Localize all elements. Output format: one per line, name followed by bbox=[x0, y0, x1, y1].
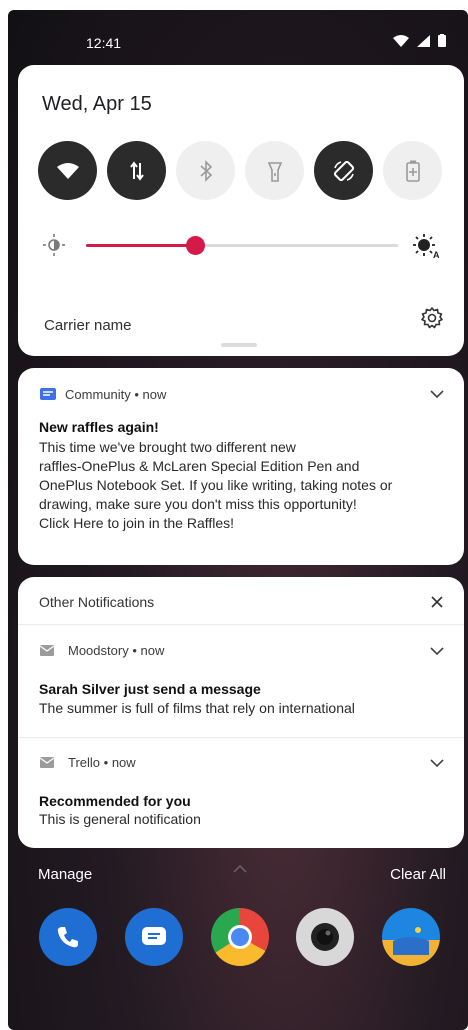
data-tile[interactable] bbox=[107, 141, 166, 200]
camera-app-icon bbox=[311, 923, 339, 951]
expand-chevron-icon[interactable] bbox=[430, 647, 444, 656]
separator-dot: • bbox=[128, 643, 141, 658]
brightness-low-icon bbox=[43, 234, 65, 256]
bluetooth-tile[interactable] bbox=[176, 141, 235, 200]
gallery-app[interactable] bbox=[382, 908, 440, 966]
auto-rotate-icon bbox=[333, 160, 354, 181]
svg-text:A: A bbox=[433, 250, 440, 259]
separator-dot: • bbox=[130, 387, 143, 402]
brightness-fill bbox=[86, 244, 196, 247]
group-header: Other Notifications bbox=[39, 594, 155, 610]
phone-app[interactable] bbox=[39, 908, 97, 966]
notification-body: The summer is full of films that rely on… bbox=[39, 700, 355, 716]
app-name: Moodstory bbox=[68, 643, 129, 658]
body-line: OnePlus Notebook Set. If you like writin… bbox=[39, 477, 393, 493]
bluetooth-icon bbox=[199, 159, 212, 182]
status-bar: 12:41 bbox=[8, 10, 468, 66]
body-line: drawing, make sure you don't miss this o… bbox=[39, 496, 357, 512]
close-icon[interactable] bbox=[431, 596, 443, 608]
wifi-icon bbox=[56, 162, 79, 179]
messages-app[interactable] bbox=[125, 908, 183, 966]
notification-body: This is general notification bbox=[39, 811, 201, 827]
notification-header: Trello • now bbox=[40, 755, 136, 770]
chrome-app[interactable] bbox=[211, 908, 269, 966]
signal-icon bbox=[417, 34, 430, 47]
wifi-tile[interactable] bbox=[38, 141, 97, 200]
mail-icon bbox=[40, 757, 54, 768]
body-line: This time we've brought two different ne… bbox=[39, 439, 296, 455]
notification-body: This time we've brought two different ne… bbox=[39, 438, 449, 533]
notification-title: Recommended for you bbox=[39, 793, 191, 809]
qs-drag-handle[interactable] bbox=[221, 343, 257, 347]
clear-all-button[interactable]: Clear All bbox=[390, 866, 446, 883]
brightness-auto-icon[interactable]: A bbox=[412, 233, 440, 259]
app-name: Community bbox=[65, 387, 131, 402]
notification-title: Sarah Silver just send a message bbox=[39, 681, 261, 697]
brightness-row: A bbox=[42, 229, 442, 261]
moodstory-notification[interactable]: Moodstory • now Sarah Silver just send a… bbox=[18, 625, 464, 737]
notification-header: Moodstory • now bbox=[40, 643, 164, 658]
app-name: Trello bbox=[68, 755, 101, 770]
notification-header: Community • now bbox=[40, 387, 166, 402]
other-notifications-card: Other Notifications Moodstory • now Sara… bbox=[18, 577, 464, 848]
notification-time: now bbox=[111, 755, 136, 770]
status-icons bbox=[393, 34, 446, 47]
messages-app-icon bbox=[142, 927, 166, 945]
manage-button[interactable]: Manage bbox=[38, 866, 92, 883]
phone-app-icon bbox=[57, 927, 78, 948]
separator-dot: • bbox=[100, 755, 112, 770]
camera-app[interactable] bbox=[296, 908, 354, 966]
trello-notification[interactable]: Trello • now Recommended for you This is… bbox=[18, 738, 464, 846]
data-transfer-icon bbox=[129, 160, 144, 181]
expand-chevron-icon[interactable] bbox=[430, 759, 444, 768]
community-notification[interactable]: Community • now New raffles again! This … bbox=[18, 368, 464, 565]
chevron-up-icon[interactable] bbox=[233, 864, 247, 873]
battery-icon bbox=[438, 34, 446, 47]
flashlight-tile[interactable] bbox=[245, 141, 304, 200]
mail-icon bbox=[40, 645, 54, 656]
expand-chevron-icon[interactable] bbox=[430, 390, 444, 399]
qs-date: Wed, Apr 15 bbox=[42, 93, 152, 115]
body-line: raffles-OnePlus & McLaren Special Editio… bbox=[39, 458, 360, 474]
flashlight-icon bbox=[267, 161, 282, 182]
auto-rotate-tile[interactable] bbox=[314, 141, 373, 200]
chrome-app-icon bbox=[228, 925, 252, 949]
battery-saver-icon bbox=[405, 160, 420, 182]
notification-time: now bbox=[142, 387, 167, 402]
wifi-status-icon bbox=[393, 34, 409, 47]
status-time: 12:41 bbox=[86, 35, 122, 51]
gallery-app-icon bbox=[393, 927, 429, 955]
notification-time: now bbox=[140, 643, 165, 658]
brightness-slider[interactable] bbox=[86, 236, 398, 255]
notification-title: New raffles again! bbox=[39, 419, 159, 435]
carrier-name: Carrier name bbox=[44, 317, 132, 334]
qs-tiles bbox=[38, 141, 442, 200]
battery-saver-tile[interactable] bbox=[383, 141, 442, 200]
notification-footer: Manage Clear All bbox=[8, 864, 468, 894]
brightness-thumb[interactable] bbox=[186, 236, 206, 255]
gear-icon[interactable] bbox=[420, 306, 444, 330]
phone-screen: 12:41 Wed, Apr 15 A Carrier name Communi… bbox=[8, 10, 468, 1030]
community-app-icon bbox=[40, 387, 56, 400]
app-dock bbox=[8, 908, 468, 978]
quick-settings-panel: Wed, Apr 15 A Carrier name bbox=[18, 65, 464, 356]
body-line[interactable]: Click Here to join in the Raffles! bbox=[39, 514, 449, 533]
